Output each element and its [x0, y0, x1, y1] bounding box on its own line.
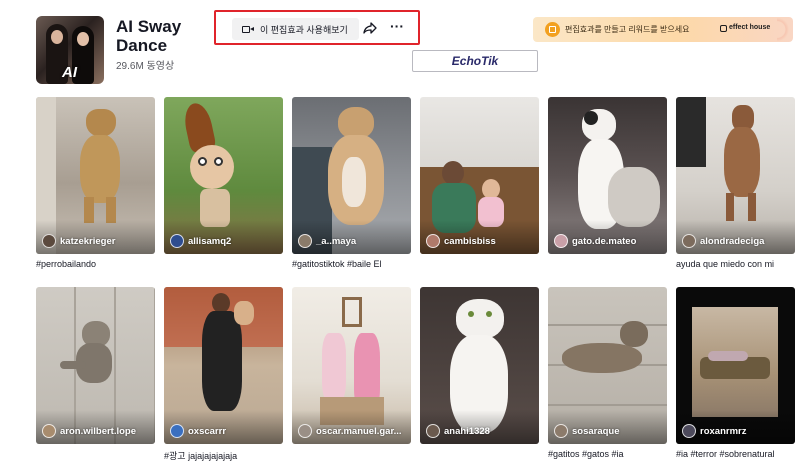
avatar — [426, 234, 440, 248]
username: _a..maya — [316, 235, 357, 247]
avatar — [42, 424, 56, 438]
video-thumbnail[interactable]: cambisbiss — [420, 97, 539, 254]
video-card[interactable]: oscar.manuel.gar... — [292, 287, 411, 461]
avatar — [554, 424, 568, 438]
username: anahi1328 — [444, 425, 490, 437]
video-caption[interactable]: ayuda que miedo con mi — [676, 259, 795, 271]
video-author[interactable]: roxanrmrz — [682, 424, 746, 438]
video-author[interactable]: katzekrieger — [42, 234, 115, 248]
avatar — [682, 424, 696, 438]
effect-house-logo-icon — [720, 25, 727, 32]
video-card[interactable]: alondradeciga ayuda que miedo con mi — [676, 97, 795, 271]
avatar — [42, 234, 56, 248]
avatar — [554, 234, 568, 248]
thumbnail-ai-label: AI — [62, 64, 77, 81]
video-author[interactable]: cambisbiss — [426, 234, 496, 248]
avatar — [682, 234, 696, 248]
video-thumbnail[interactable]: oscar.manuel.gar... — [292, 287, 411, 444]
avatar — [298, 234, 312, 248]
video-author[interactable]: _a..maya — [298, 234, 356, 248]
video-author[interactable]: gato.de.mateo — [554, 234, 636, 248]
video-author[interactable]: allisamq2 — [170, 234, 231, 248]
video-card[interactable]: gato.de.mateo — [548, 97, 667, 271]
video-thumbnail[interactable]: allisamq2 — [164, 97, 283, 254]
video-card[interactable]: anahi1328 — [420, 287, 539, 461]
effect-house-promo-banner[interactable]: 편집효과를 만들고 리워드를 받으세요 effect house — [533, 17, 793, 42]
video-author[interactable]: oxscarrr — [170, 424, 226, 438]
avatar — [170, 424, 184, 438]
video-author[interactable]: sosaraque — [554, 424, 620, 438]
video-caption[interactable]: #광고 jajajajajajaja — [164, 449, 283, 461]
video-caption[interactable]: #gatitostiktok #baile El — [292, 259, 411, 271]
username: sosaraque — [572, 425, 620, 437]
video-author[interactable]: aron.wilbert.lope — [42, 424, 136, 438]
video-caption[interactable] — [420, 449, 539, 461]
video-card[interactable]: aron.wilbert.lope — [36, 287, 155, 461]
video-thumbnail[interactable]: oxscarrr — [164, 287, 283, 444]
video-thumbnail[interactable]: roxanrmrz — [676, 287, 795, 444]
video-caption[interactable] — [164, 259, 283, 271]
video-caption[interactable] — [548, 259, 667, 271]
username: katzekrieger — [60, 235, 116, 247]
video-camera-icon — [242, 25, 254, 34]
video-caption[interactable]: #ia #terror #sobrenatural — [676, 449, 795, 461]
use-effect-button[interactable]: 이 편집효과 사용해보기 — [232, 18, 359, 40]
video-caption[interactable] — [36, 449, 155, 461]
username: oxscarrr — [188, 425, 227, 437]
video-author[interactable]: oscar.manuel.gar... — [298, 424, 402, 438]
video-thumbnail[interactable]: gato.de.mateo — [548, 97, 667, 254]
video-thumbnail[interactable]: anahi1328 — [420, 287, 539, 444]
decorative-wave — [777, 17, 793, 42]
video-caption[interactable] — [420, 259, 539, 271]
username: alondradeciga — [700, 235, 765, 247]
video-thumbnail[interactable]: _a..maya — [292, 97, 411, 254]
share-icon[interactable] — [362, 20, 378, 36]
video-card[interactable]: oxscarrr #광고 jajajajajajaja — [164, 287, 283, 461]
video-thumbnail[interactable]: alondradeciga — [676, 97, 795, 254]
video-caption[interactable]: #gatitos #gatos #ia — [548, 449, 667, 461]
effect-title: AI Sway Dance — [116, 17, 182, 55]
video-card[interactable]: allisamq2 — [164, 97, 283, 271]
video-thumbnail[interactable]: sosaraque — [548, 287, 667, 444]
avatar — [170, 234, 184, 248]
video-thumbnail[interactable]: aron.wilbert.lope — [36, 287, 155, 444]
effect-header: AI AI Sway Dance 29.6M 동영상 이 편집효과 사용해보기 … — [0, 0, 800, 92]
video-thumbnail[interactable]: katzekrieger — [36, 97, 155, 254]
avatar — [298, 424, 312, 438]
username: roxanrmrz — [700, 425, 747, 437]
video-card[interactable]: katzekrieger #perrobailando — [36, 97, 155, 271]
video-card[interactable]: roxanrmrz #ia #terror #sobrenatural — [676, 287, 795, 461]
promo-text: 편집효과를 만들고 리워드를 받으세요 — [565, 25, 690, 34]
effect-thumbnail: AI — [36, 16, 104, 84]
video-card[interactable]: cambisbiss — [420, 97, 539, 271]
video-card[interactable]: _a..maya #gatitostiktok #baile El — [292, 97, 411, 271]
camera-badge-icon — [545, 22, 560, 37]
promo-brand: effect house — [729, 24, 771, 31]
echotik-watermark: EchoTik — [412, 50, 538, 72]
username: allisamq2 — [188, 235, 232, 247]
video-caption[interactable] — [292, 449, 411, 461]
video-author[interactable]: anahi1328 — [426, 424, 490, 438]
username: aron.wilbert.lope — [60, 425, 137, 437]
video-author[interactable]: alondradeciga — [682, 234, 764, 248]
video-count: 29.6M 동영상 — [116, 61, 175, 72]
video-caption[interactable]: #perrobailando — [36, 259, 155, 271]
username: gato.de.mateo — [572, 235, 637, 247]
username: cambisbiss — [444, 235, 496, 247]
more-options-icon[interactable]: ··· — [388, 18, 406, 36]
avatar — [426, 424, 440, 438]
username: oscar.manuel.gar... — [316, 425, 402, 437]
action-bar-highlight: 이 편집효과 사용해보기 ··· — [214, 10, 420, 45]
video-card[interactable]: sosaraque #gatitos #gatos #ia — [548, 287, 667, 461]
use-effect-label: 이 편집효과 사용해보기 — [260, 24, 348, 35]
